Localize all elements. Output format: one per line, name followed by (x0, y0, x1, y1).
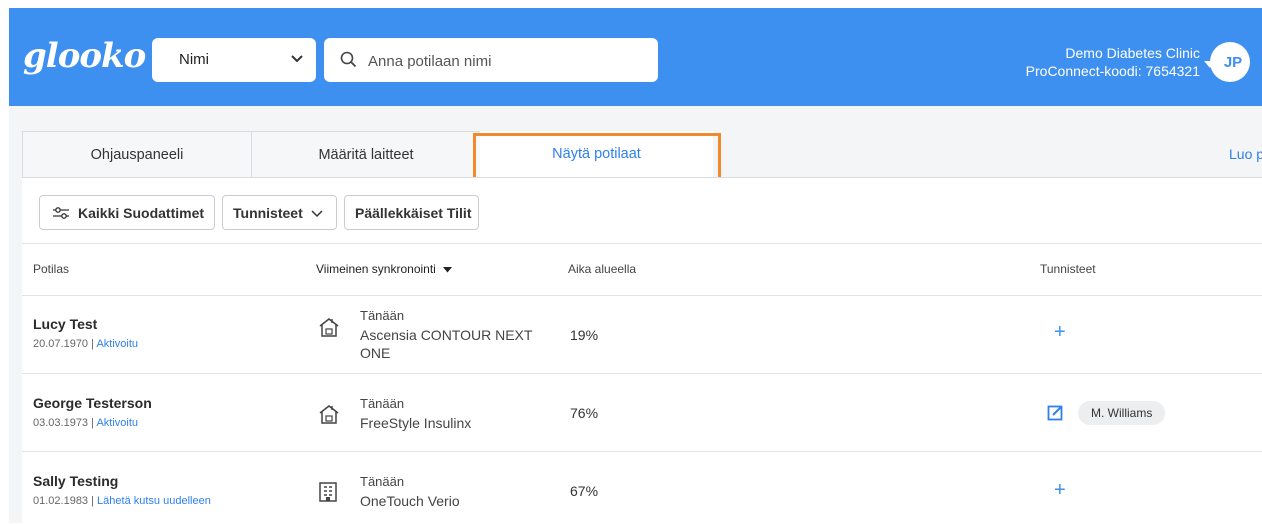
filter-sliders-icon (52, 206, 70, 220)
time-in-range-value: 67% (570, 483, 599, 499)
tab-configure-devices[interactable]: Määritä laitteet (251, 131, 481, 177)
proconnect-code: ProConnect-koodi: 7654321 (1025, 63, 1200, 79)
tab-view-patients[interactable]: Näytä potilaat (480, 131, 713, 177)
col-header-tags[interactable]: Tunnisteet (1040, 262, 1096, 276)
patient-name[interactable]: Sally Testing (33, 473, 118, 489)
patient-status: Aktivoitu (96, 417, 139, 429)
home-device-icon (318, 316, 340, 343)
add-tag-button[interactable]: + (1054, 479, 1066, 502)
tab-dashboard[interactable]: Ohjauspaneeli (22, 131, 252, 177)
search-type-select[interactable]: Nimi (152, 38, 316, 82)
patient-meta: 03.03.1973 | Aktivoitu (33, 417, 139, 429)
tag-chip[interactable]: M. Williams (1078, 401, 1166, 425)
divider (22, 243, 1262, 244)
divider (22, 451, 1262, 452)
clinic-name: Demo Diabetes Clinic (1065, 45, 1200, 61)
patient-dob: 03.03.1973 (33, 417, 89, 429)
duplicate-accounts-button[interactable]: Päällekkäiset Tilit (344, 195, 479, 230)
patient-name[interactable]: George Testerson (33, 395, 152, 411)
patient-name[interactable]: Lucy Test (33, 316, 97, 332)
chevron-down-icon (311, 208, 323, 218)
sync-device: Ascensia CONTOUR NEXT ONE (360, 327, 533, 361)
time-in-range-value: 19% (570, 327, 599, 343)
divider (22, 373, 1262, 374)
divider (22, 295, 1262, 296)
patient-status: Aktivoitu (96, 338, 139, 350)
time-in-range-value: 76% (570, 405, 599, 421)
patient-dob: 20.07.1970 (33, 338, 89, 350)
col-header-last-sync-label: Viimeinen synkronointi (316, 262, 436, 276)
tags-filter-dropdown[interactable]: Tunnisteet (222, 195, 337, 230)
col-header-time-in-range[interactable]: Aika alueella (568, 262, 636, 276)
edit-tags-icon[interactable] (1047, 404, 1064, 426)
patient-meta: 20.07.1970 | Aktivoitu (33, 338, 139, 350)
patient-dob: 01.02.1983 (33, 495, 89, 507)
patient-meta: 01.02.1983 | Lähetä kutsu uudelleen (33, 495, 211, 507)
clinic-info[interactable]: Demo Diabetes Clinic ProConnect-koodi: 7… (1026, 44, 1200, 80)
home-device-icon (318, 403, 340, 430)
tab-bar: Ohjauspaneeli Määritä laitteet Näytä pot… (22, 131, 1262, 177)
all-filters-label: Kaikki Suodattimet (78, 204, 205, 221)
patient-search-box[interactable] (324, 38, 658, 82)
top-header: glooko Nimi Demo Diabetes Clinic ProConn… (9, 8, 1262, 106)
sync-device: OneTouch Verio (360, 493, 460, 509)
resend-invite-link[interactable]: Lähetä kutsu uudelleen (97, 495, 211, 507)
clinic-building-icon (318, 481, 338, 508)
duplicate-accounts-label: Päällekkäiset Tilit (355, 204, 472, 221)
col-header-patient[interactable]: Potilas (33, 262, 69, 276)
sync-day: Tänään (360, 396, 405, 411)
sync-device: FreeStyle Insulinx (360, 415, 472, 431)
glooko-logo[interactable]: glooko (23, 36, 146, 76)
search-icon (340, 51, 357, 73)
user-avatar[interactable]: JP (1210, 42, 1250, 82)
all-filters-button[interactable]: Kaikki Suodattimet (39, 195, 215, 230)
sync-day: Tänään (360, 474, 405, 489)
sync-day: Tänään (360, 308, 405, 323)
col-header-last-sync[interactable]: Viimeinen synkronointi (316, 262, 453, 276)
create-link[interactable]: Luo p (1229, 146, 1262, 162)
sort-desc-icon (443, 262, 453, 276)
tags-filter-label: Tunnisteet (233, 204, 303, 221)
chevron-down-icon (290, 50, 304, 73)
patient-search-input[interactable] (366, 48, 650, 74)
add-tag-button[interactable]: + (1054, 321, 1066, 344)
search-type-value: Nimi (179, 51, 209, 68)
